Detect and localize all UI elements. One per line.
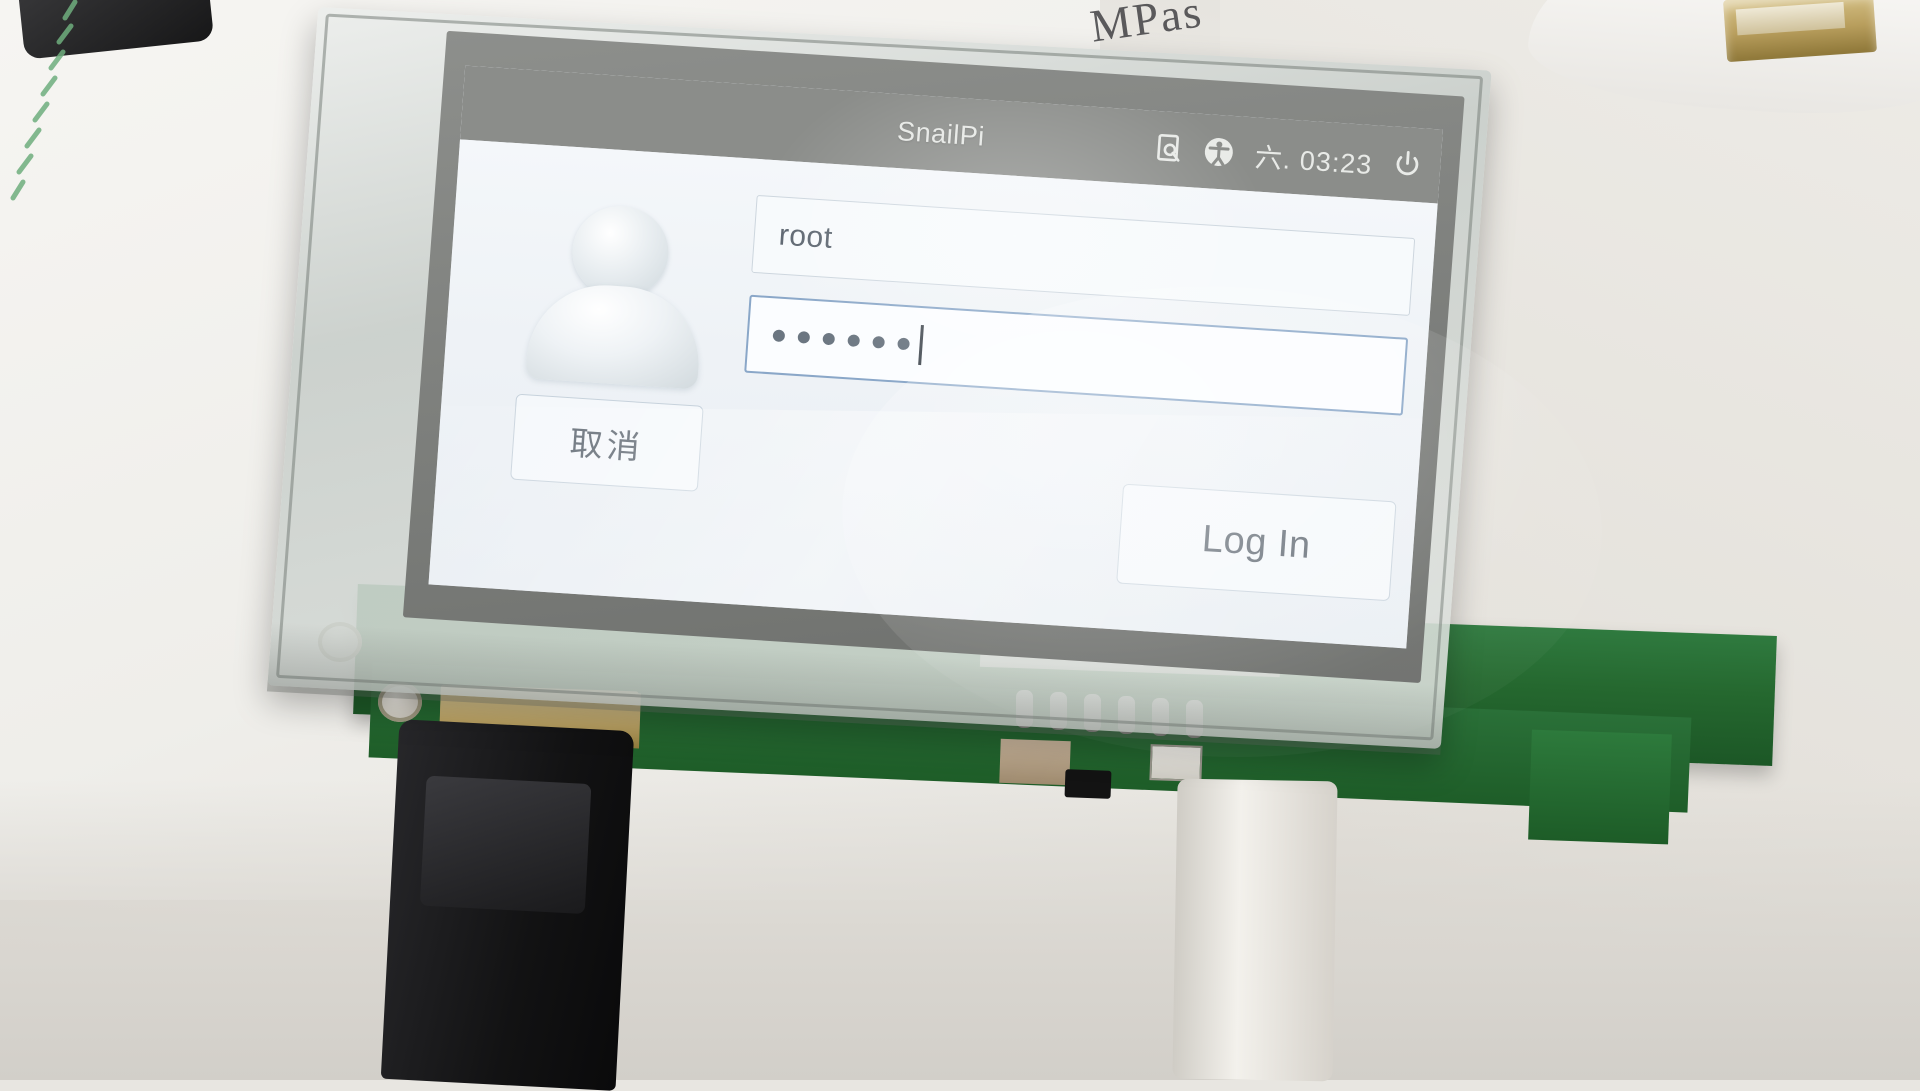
login-button[interactable]: Log In [1116,484,1396,602]
password-dot [847,334,860,347]
black-cable-plug [381,719,635,1091]
password-dot [897,337,910,350]
usb-connector-top-right [1723,0,1877,62]
text-caret [918,325,923,365]
clock-label[interactable]: 六. 03:23 [1254,135,1374,182]
session-title: SnailPi [896,116,986,153]
small-connector [1149,744,1202,782]
cancel-button[interactable]: 取消 [510,394,704,492]
black-chip [1065,769,1112,799]
password-dot [797,331,810,344]
photo-scene: MPas SnailPi [0,0,1920,1080]
system-tray: 六. 03:23 [1156,129,1424,185]
handwriting-note: MPas [1087,0,1206,53]
login-fields: root [743,195,1416,438]
white-cable [1172,779,1337,1082]
username-value: root [778,219,834,256]
accessibility-icon[interactable] [1202,135,1236,169]
pcb-corner-tab [1528,730,1672,845]
lcd-screen: SnailPi [428,66,1442,649]
green-stitch-marks [5,0,125,250]
login-panel: root 取消 L [428,139,1437,648]
password-dot [872,336,885,349]
password-dot [772,329,785,342]
keyboard-layout-icon[interactable] [1156,133,1184,165]
username-input[interactable]: root [751,195,1415,316]
lcd-module: SnailPi [267,7,1491,749]
user-avatar-icon [518,200,715,387]
password-dot [822,333,835,346]
password-masked-value [772,329,910,350]
power-icon[interactable] [1391,148,1423,180]
avatar-body [525,280,704,389]
flex-connector [999,739,1070,785]
password-input[interactable] [744,295,1408,416]
